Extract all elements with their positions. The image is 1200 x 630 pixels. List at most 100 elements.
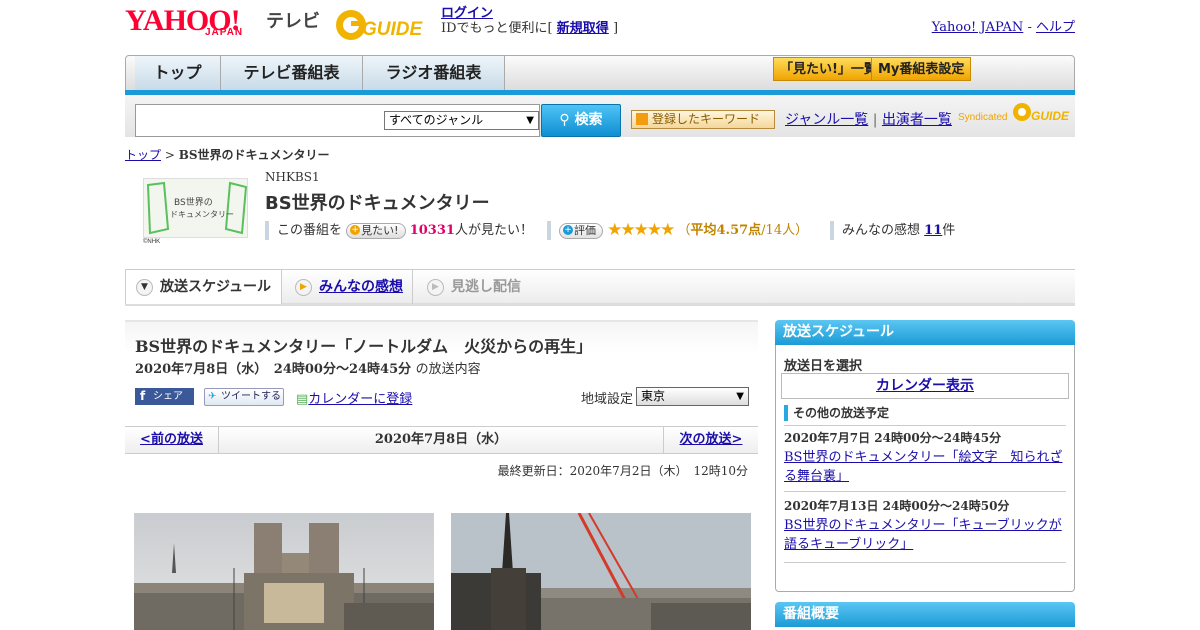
- want-to-watch: この番組を + 見たい! 10331人が見たい！: [265, 221, 533, 240]
- sidebar-overview: 番組概要: [775, 602, 1075, 627]
- search-button[interactable]: ⚲ 検索: [541, 104, 621, 137]
- region-select-value: 東京: [641, 389, 666, 403]
- facebook-share-label: シェア: [153, 391, 183, 402]
- breadcrumb-separator: >: [161, 148, 179, 162]
- pager-current-date: 2020年7月8日（水）: [374, 432, 508, 447]
- channel-name: NHKBS1: [265, 170, 320, 184]
- tab-impressions[interactable]: ▶ みんなの感想: [285, 270, 413, 304]
- last-updated: 最終更新日：2020年7月2日（木） 12時10分: [497, 464, 748, 478]
- program-title: BS世界のドキュメンタリー: [265, 193, 490, 214]
- schedule-item: 2020年7月13日 24時00分～24時50分 BS世界のドキュメンタリー「キ…: [784, 497, 1066, 554]
- rating-count: /14人）: [761, 223, 809, 238]
- search-links: ジャンル一覧 | 出演者一覧: [785, 109, 952, 129]
- facebook-icon: f: [140, 389, 146, 403]
- episode-photo-1: [134, 513, 434, 630]
- genre-select[interactable]: すべてのジャンル ▼: [384, 111, 539, 130]
- divider: [784, 491, 1066, 492]
- divider: [784, 562, 1066, 563]
- breadcrumb-top[interactable]: トップ: [125, 148, 161, 162]
- calendar-icon: ▤: [296, 392, 309, 407]
- syndicated-label: Syndicated: [958, 112, 1008, 123]
- impressions-count[interactable]: 11: [924, 223, 942, 238]
- rating-open-paren: （: [677, 223, 691, 238]
- episode-pager: <前の放送 2020年7月8日（水） 次の放送>: [125, 426, 758, 454]
- help-link[interactable]: ヘルプ: [1036, 20, 1075, 35]
- syndicated-g-guide-text: GUIDE: [1031, 109, 1070, 123]
- search-link-divider: |: [872, 112, 878, 128]
- schedule-item: 2020年7月7日 24時00分～24時45分 BS世界のドキュメンタリー「絵文…: [784, 429, 1066, 486]
- episode-photo-2: [451, 513, 751, 630]
- next-broadcast-link[interactable]: 次の放送>: [663, 427, 758, 453]
- want-button[interactable]: + 見たい!: [346, 222, 406, 239]
- registered-keywords-label: 登録したキーワード: [652, 112, 761, 126]
- yahoo-japan-link[interactable]: Yahoo! JAPAN: [932, 20, 1024, 35]
- tweet-label: ツイートする: [221, 391, 281, 402]
- prev-broadcast-link[interactable]: <前の放送: [125, 427, 219, 453]
- want-button-label: 見たい!: [361, 223, 399, 237]
- tweet-button[interactable]: ✈ ツイートする: [204, 388, 284, 406]
- episode-title: BS世界のドキュメンタリー「ノートルダム 火災からの再生」: [135, 337, 593, 356]
- tab-schedule-label: 放送スケジュール: [160, 279, 272, 295]
- my-guide-settings-button[interactable]: My番組表設定: [871, 57, 972, 81]
- breadcrumb: トップ > BS世界のドキュメンタリー: [125, 146, 330, 163]
- program-tabs: ▼ 放送スケジュール ▶ みんなの感想 ▶ 見逃し配信: [125, 269, 1075, 306]
- svg-text:ドキュメンタリー: ドキュメンタリー: [170, 210, 234, 219]
- other-schedules-heading: その他の放送予定: [784, 405, 889, 421]
- genre-select-value: すべてのジャンル: [389, 113, 484, 127]
- impressions-area: みんなの感想 11件: [830, 221, 955, 240]
- schedule-title-link[interactable]: BS世界のドキュメンタリー「絵文字 知られざる舞台裏」: [784, 450, 1062, 484]
- calendar-register: ▤カレンダーに登録: [296, 388, 412, 407]
- rating-average-text: （平均4.57点/14人）: [677, 223, 808, 238]
- nav-tab-top[interactable]: トップ: [135, 56, 221, 90]
- tab-missed-label: 見逃し配信: [451, 279, 521, 295]
- episode-photo-1-art: [134, 513, 434, 630]
- search-icon: ⚲: [559, 112, 570, 128]
- sidebar-schedule-title: 放送スケジュール: [775, 320, 1075, 345]
- plus-icon: +: [350, 224, 361, 235]
- dropdown-arrow-icon: ▼: [736, 391, 744, 402]
- tab-impressions-label[interactable]: みんなの感想: [319, 279, 403, 295]
- rate-button[interactable]: + 評価: [559, 222, 603, 239]
- schedule-date: 2020年7月13日 24時00分～24時50分: [784, 499, 1010, 513]
- registered-keywords-button[interactable]: 登録したキーワード: [631, 110, 775, 129]
- tab-schedule[interactable]: ▼ 放送スケジュール: [125, 270, 282, 304]
- g-guide-logo[interactable]: GUIDE: [334, 6, 432, 42]
- rating-average: 平均4.57点: [690, 223, 762, 238]
- divider: [784, 425, 1066, 426]
- chevron-right-icon: ▶: [427, 279, 444, 296]
- login-area: ログイン IDでもっと便利に[ 新規取得 ]: [441, 6, 618, 36]
- svg-text:BS世界の: BS世界の: [174, 196, 213, 208]
- program-thumbnail-art: BS世界の ドキュメンタリー: [146, 181, 248, 235]
- login-sub-suffix: ]: [612, 21, 619, 36]
- tab-missed-streaming[interactable]: ▶ 見逃し配信: [417, 270, 547, 304]
- breadcrumb-current: BS世界のドキュメンタリー: [178, 148, 330, 162]
- calendar-display-link[interactable]: カレンダー表示: [781, 373, 1069, 399]
- episode-date-suffix: の放送内容: [415, 362, 481, 377]
- mitai-list-button[interactable]: 「見たい!」一覧: [773, 57, 884, 81]
- rating-area: + 評価 ★★★★★ （平均4.57点/14人）: [547, 221, 808, 240]
- main-nav: トップ テレビ番組表 ラジオ番組表 「見たい!」一覧 My番組表設定: [125, 55, 1075, 95]
- thumbnail-credit: ©NHK: [143, 239, 161, 245]
- chevron-down-icon: ▼: [136, 279, 153, 296]
- episode-datetime: 2020年7月8日（水） 24時00分～24時45分 の放送内容: [135, 358, 481, 377]
- twitter-bird-icon: ✈: [208, 391, 217, 402]
- schedule-date: 2020年7月7日 24時00分～24時45分: [784, 431, 1002, 445]
- facebook-share-button[interactable]: f シェア: [135, 388, 194, 405]
- link-separator: -: [1023, 20, 1036, 35]
- syndicated-g-guide-logo: GUIDE: [1013, 103, 1070, 123]
- register-link[interactable]: 新規取得: [557, 21, 609, 36]
- region-select[interactable]: 東京 ▼: [636, 387, 749, 406]
- impressions-prefix: みんなの感想: [842, 223, 921, 238]
- login-link[interactable]: ログイン: [441, 6, 493, 21]
- cast-list-link[interactable]: 出演者一覧: [882, 112, 952, 128]
- login-sub-prefix: IDでもっと便利に[: [441, 21, 553, 36]
- nav-tab-tv-guide[interactable]: テレビ番組表: [221, 56, 363, 90]
- want-count: 10331: [409, 223, 455, 238]
- nav-tab-radio-guide[interactable]: ラジオ番組表: [363, 56, 505, 90]
- impressions-suffix: 件: [942, 223, 956, 238]
- genre-list-link[interactable]: ジャンル一覧: [785, 112, 868, 128]
- tv-logo-text[interactable]: テレビ: [266, 7, 320, 33]
- calendar-register-link[interactable]: カレンダーに登録: [308, 392, 412, 407]
- schedule-title-link[interactable]: BS世界のドキュメンタリー「キューブリックが語るキューブリック」: [784, 518, 1062, 552]
- rate-button-label: 評価: [574, 223, 596, 237]
